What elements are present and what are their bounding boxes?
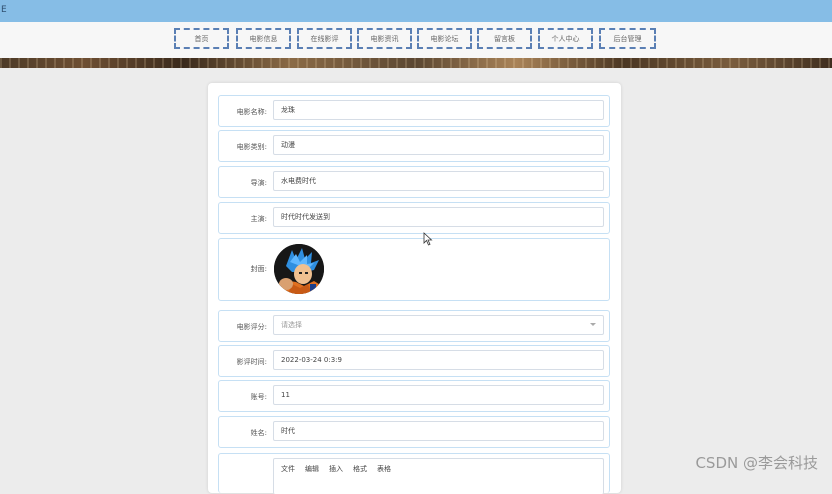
form-row-cast: 主演: 时代时代发送到 <box>218 202 610 234</box>
cast-input[interactable]: 时代时代发送到 <box>273 207 604 227</box>
realname-input[interactable]: 时代 <box>273 421 604 441</box>
rating-select[interactable]: 请选择 <box>273 315 604 335</box>
window-title-bar: E <box>0 0 832 22</box>
nav-item-online-review[interactable]: 在线影评 <box>297 28 352 49</box>
nav-item-admin[interactable]: 后台管理 <box>599 28 656 49</box>
account-label: 账号: <box>250 393 267 401</box>
movie-name-input[interactable]: 龙珠 <box>273 100 604 120</box>
movie-category-input[interactable]: 动漫 <box>273 135 604 155</box>
editor-menu-file[interactable]: 文件 <box>281 460 295 478</box>
review-time-label: 影评时间: <box>236 358 267 366</box>
nav-item-message-board[interactable]: 留言板 <box>477 28 532 49</box>
movie-category-label: 电影类别: <box>236 143 267 151</box>
form-row-rating: 电影评分: 请选择 <box>218 310 610 342</box>
nav-item-personal-center[interactable]: 个人中心 <box>538 28 593 49</box>
realname-label: 姓名: <box>250 429 267 437</box>
movie-name-label: 电影名称: <box>236 108 267 116</box>
rating-label: 电影评分: <box>236 323 267 331</box>
form-row-movie-name: 电影名称: 龙珠 <box>218 95 610 127</box>
editor-menu-format[interactable]: 格式 <box>353 460 367 478</box>
movie-detail-form: 电影名称: 龙珠 电影类别: 动漫 导演: 水电费时代 主演: 时代时代发送到 … <box>208 83 621 494</box>
form-row-editor: 文件 编辑 插入 格式 表格 <box>218 453 610 494</box>
form-row-cover: 封面: <box>218 238 610 301</box>
banner-image <box>0 58 832 68</box>
form-row-realname: 姓名: 时代 <box>218 416 610 448</box>
cover-image <box>274 244 324 294</box>
editor-menu-table[interactable]: 表格 <box>377 460 391 478</box>
editor-menu-insert[interactable]: 插入 <box>329 460 343 478</box>
nav-item-movie-forum[interactable]: 电影论坛 <box>417 28 472 49</box>
cover-image-art <box>274 244 324 294</box>
nav-item-movie-news[interactable]: 电影资讯 <box>357 28 412 49</box>
review-time-input[interactable]: 2022-03-24 0:3:9 <box>273 350 604 370</box>
editor-menubar: 文件 编辑 插入 格式 表格 <box>274 459 391 479</box>
form-row-review-time: 影评时间: 2022-03-24 0:3:9 <box>218 345 610 377</box>
form-row-movie-category: 电影类别: 动漫 <box>218 130 610 162</box>
window-title: E <box>1 5 7 15</box>
director-input[interactable]: 水电费时代 <box>273 171 604 191</box>
director-label: 导演: <box>250 179 267 187</box>
nav-item-home[interactable]: 首页 <box>174 28 229 49</box>
account-input[interactable]: 11 <box>273 385 604 405</box>
nav-item-movie-info[interactable]: 电影信息 <box>236 28 291 49</box>
rich-text-editor[interactable]: 文件 编辑 插入 格式 表格 <box>273 458 604 494</box>
mouse-cursor-icon <box>423 232 433 246</box>
watermark-text: CSDN @李会科技 <box>695 454 818 472</box>
banner-texture <box>0 58 832 68</box>
rating-select-placeholder: 请选择 <box>281 321 302 329</box>
cast-label: 主演: <box>250 215 267 223</box>
top-nav: 首页 电影信息 在线影评 电影资讯 电影论坛 留言板 个人中心 后台管理 <box>0 22 832 59</box>
form-row-director: 导演: 水电费时代 <box>218 166 610 198</box>
form-row-account: 账号: 11 <box>218 380 610 412</box>
editor-menu-edit[interactable]: 编辑 <box>305 460 319 478</box>
chevron-down-icon <box>590 323 596 326</box>
cover-label: 封面: <box>250 265 267 273</box>
